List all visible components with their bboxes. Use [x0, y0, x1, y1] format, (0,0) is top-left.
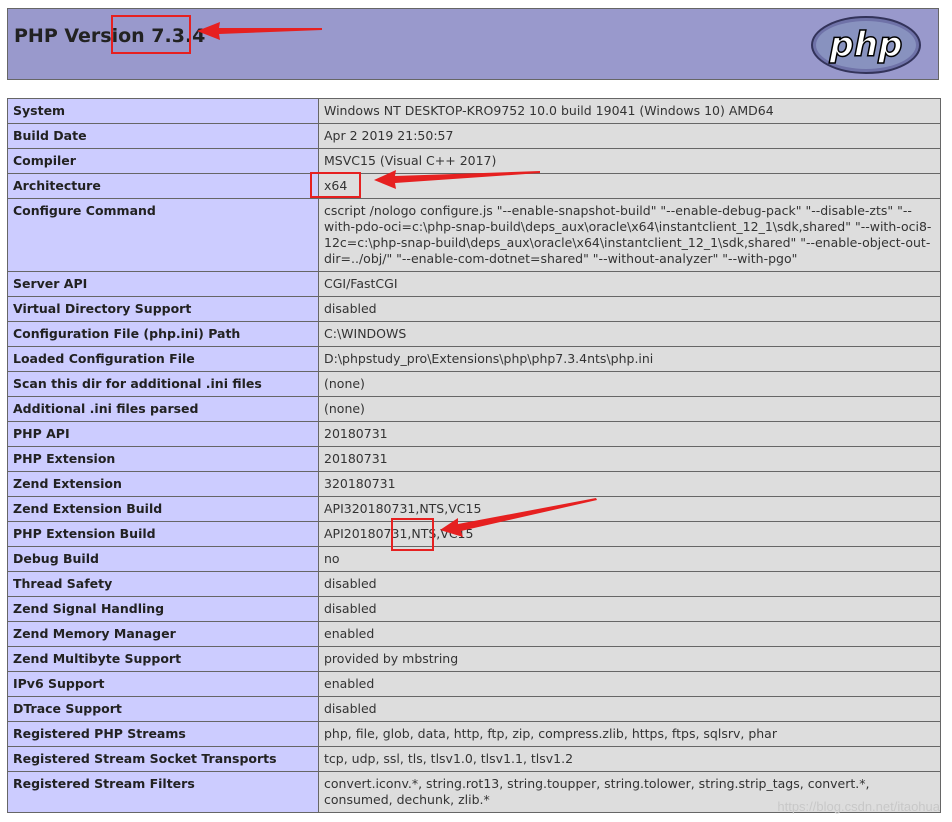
- row-value: x64: [318, 173, 941, 199]
- table-row: Architecture x64: [7, 173, 941, 199]
- table-row: Server API CGI/FastCGI: [7, 271, 941, 297]
- row-key: Registered Stream Socket Transports: [7, 746, 319, 772]
- row-key: Zend Memory Manager: [7, 621, 319, 647]
- row-key: Zend Extension: [7, 471, 319, 497]
- table-row: IPv6 Support enabled: [7, 671, 941, 697]
- row-key: PHP Extension: [7, 446, 319, 472]
- table-row: Zend Memory Manager enabled: [7, 621, 941, 647]
- row-value: tcp, udp, ssl, tls, tlsv1.0, tlsv1.1, tl…: [318, 746, 941, 772]
- row-key: Registered PHP Streams: [7, 721, 319, 747]
- table-row: Registered Stream Socket Transports tcp, …: [7, 746, 941, 772]
- row-key: Debug Build: [7, 546, 319, 572]
- row-value: Windows NT DESKTOP-KRO9752 10.0 build 19…: [318, 98, 941, 124]
- row-value: enabled: [318, 671, 941, 697]
- table-row: Zend Multibyte Support provided by mbstri…: [7, 646, 941, 672]
- table-row: PHP API 20180731: [7, 421, 941, 447]
- row-key: Scan this dir for additional .ini files: [7, 371, 319, 397]
- row-key: DTrace Support: [7, 696, 319, 722]
- table-row: Compiler MSVC15 (Visual C++ 2017): [7, 148, 941, 174]
- table-row: Zend Extension 320180731: [7, 471, 941, 497]
- row-value: disabled: [318, 696, 941, 722]
- row-key: Thread Safety: [7, 571, 319, 597]
- svg-text:php: php: [829, 25, 903, 65]
- row-value: php, file, glob, data, http, ftp, zip, c…: [318, 721, 941, 747]
- row-value: (none): [318, 371, 941, 397]
- row-key: Loaded Configuration File: [7, 346, 319, 372]
- row-value: disabled: [318, 596, 941, 622]
- table-row: Thread Safety disabled: [7, 571, 941, 597]
- row-key: Registered Stream Filters: [7, 771, 319, 813]
- row-value: cscript /nologo configure.js "--enable-s…: [318, 198, 941, 272]
- php-info-table: System Windows NT DESKTOP-KRO9752 10.0 bu…: [7, 98, 941, 813]
- table-row: DTrace Support disabled: [7, 696, 941, 722]
- row-key: PHP API: [7, 421, 319, 447]
- row-key: Build Date: [7, 123, 319, 149]
- row-key: Architecture: [7, 173, 319, 199]
- annotation-box-architecture: [310, 172, 361, 198]
- table-row: Additional .ini files parsed (none): [7, 396, 941, 422]
- table-row: Configure Command cscript /nologo configu…: [7, 198, 941, 272]
- row-value: D:\phpstudy_pro\Extensions\php\php7.3.4n…: [318, 346, 941, 372]
- table-row: Zend Signal Handling disabled: [7, 596, 941, 622]
- table-row: System Windows NT DESKTOP-KRO9752 10.0 bu…: [7, 98, 941, 124]
- table-row: Zend Extension Build API320180731,NTS,VC1…: [7, 496, 941, 522]
- row-key: Virtual Directory Support: [7, 296, 319, 322]
- table-row: Scan this dir for additional .ini files(…: [7, 371, 941, 397]
- row-value: MSVC15 (Visual C++ 2017): [318, 148, 941, 174]
- php-logo-icon: php: [811, 16, 921, 74]
- row-key: Server API: [7, 271, 319, 297]
- row-value: disabled: [318, 571, 941, 597]
- row-value: Apr 2 2019 21:50:57: [318, 123, 941, 149]
- row-key: Compiler: [7, 148, 319, 174]
- row-value: provided by mbstring: [318, 646, 941, 672]
- row-key: PHP Extension Build: [7, 521, 319, 547]
- row-value: disabled: [318, 296, 941, 322]
- row-value: CGI/FastCGI: [318, 271, 941, 297]
- row-key: Configuration File (php.ini) Path: [7, 321, 319, 347]
- row-value: enabled: [318, 621, 941, 647]
- row-value: (none): [318, 396, 941, 422]
- table-row: PHP Extension 20180731: [7, 446, 941, 472]
- row-key: System: [7, 98, 319, 124]
- row-key: Configure Command: [7, 198, 319, 272]
- row-value: 20180731: [318, 446, 941, 472]
- row-key: Zend Signal Handling: [7, 596, 319, 622]
- row-key: Zend Multibyte Support: [7, 646, 319, 672]
- table-row: Loaded Configuration File D:\phpstudy_pro…: [7, 346, 941, 372]
- row-value: 20180731: [318, 421, 941, 447]
- table-row: PHP Extension Build API20180731,NTS,VC15: [7, 521, 941, 547]
- table-row: Build Date Apr 2 2019 21:50:57: [7, 123, 941, 149]
- table-row: Virtual Directory Support disabled: [7, 296, 941, 322]
- row-value: C:\WINDOWS: [318, 321, 941, 347]
- annotation-box-version: [111, 15, 191, 54]
- row-key: Zend Extension Build: [7, 496, 319, 522]
- row-key: IPv6 Support: [7, 671, 319, 697]
- table-row: Configuration File (php.ini) Path C:\WIND…: [7, 321, 941, 347]
- watermark: https://blog.csdn.net/itaohua: [777, 799, 940, 814]
- row-key: Additional .ini files parsed: [7, 396, 319, 422]
- row-value: 320180731: [318, 471, 941, 497]
- table-row: Debug Build no: [7, 546, 941, 572]
- annotation-box-nts: [391, 518, 434, 551]
- table-row: Registered PHP Streams php, file, glob, d…: [7, 721, 941, 747]
